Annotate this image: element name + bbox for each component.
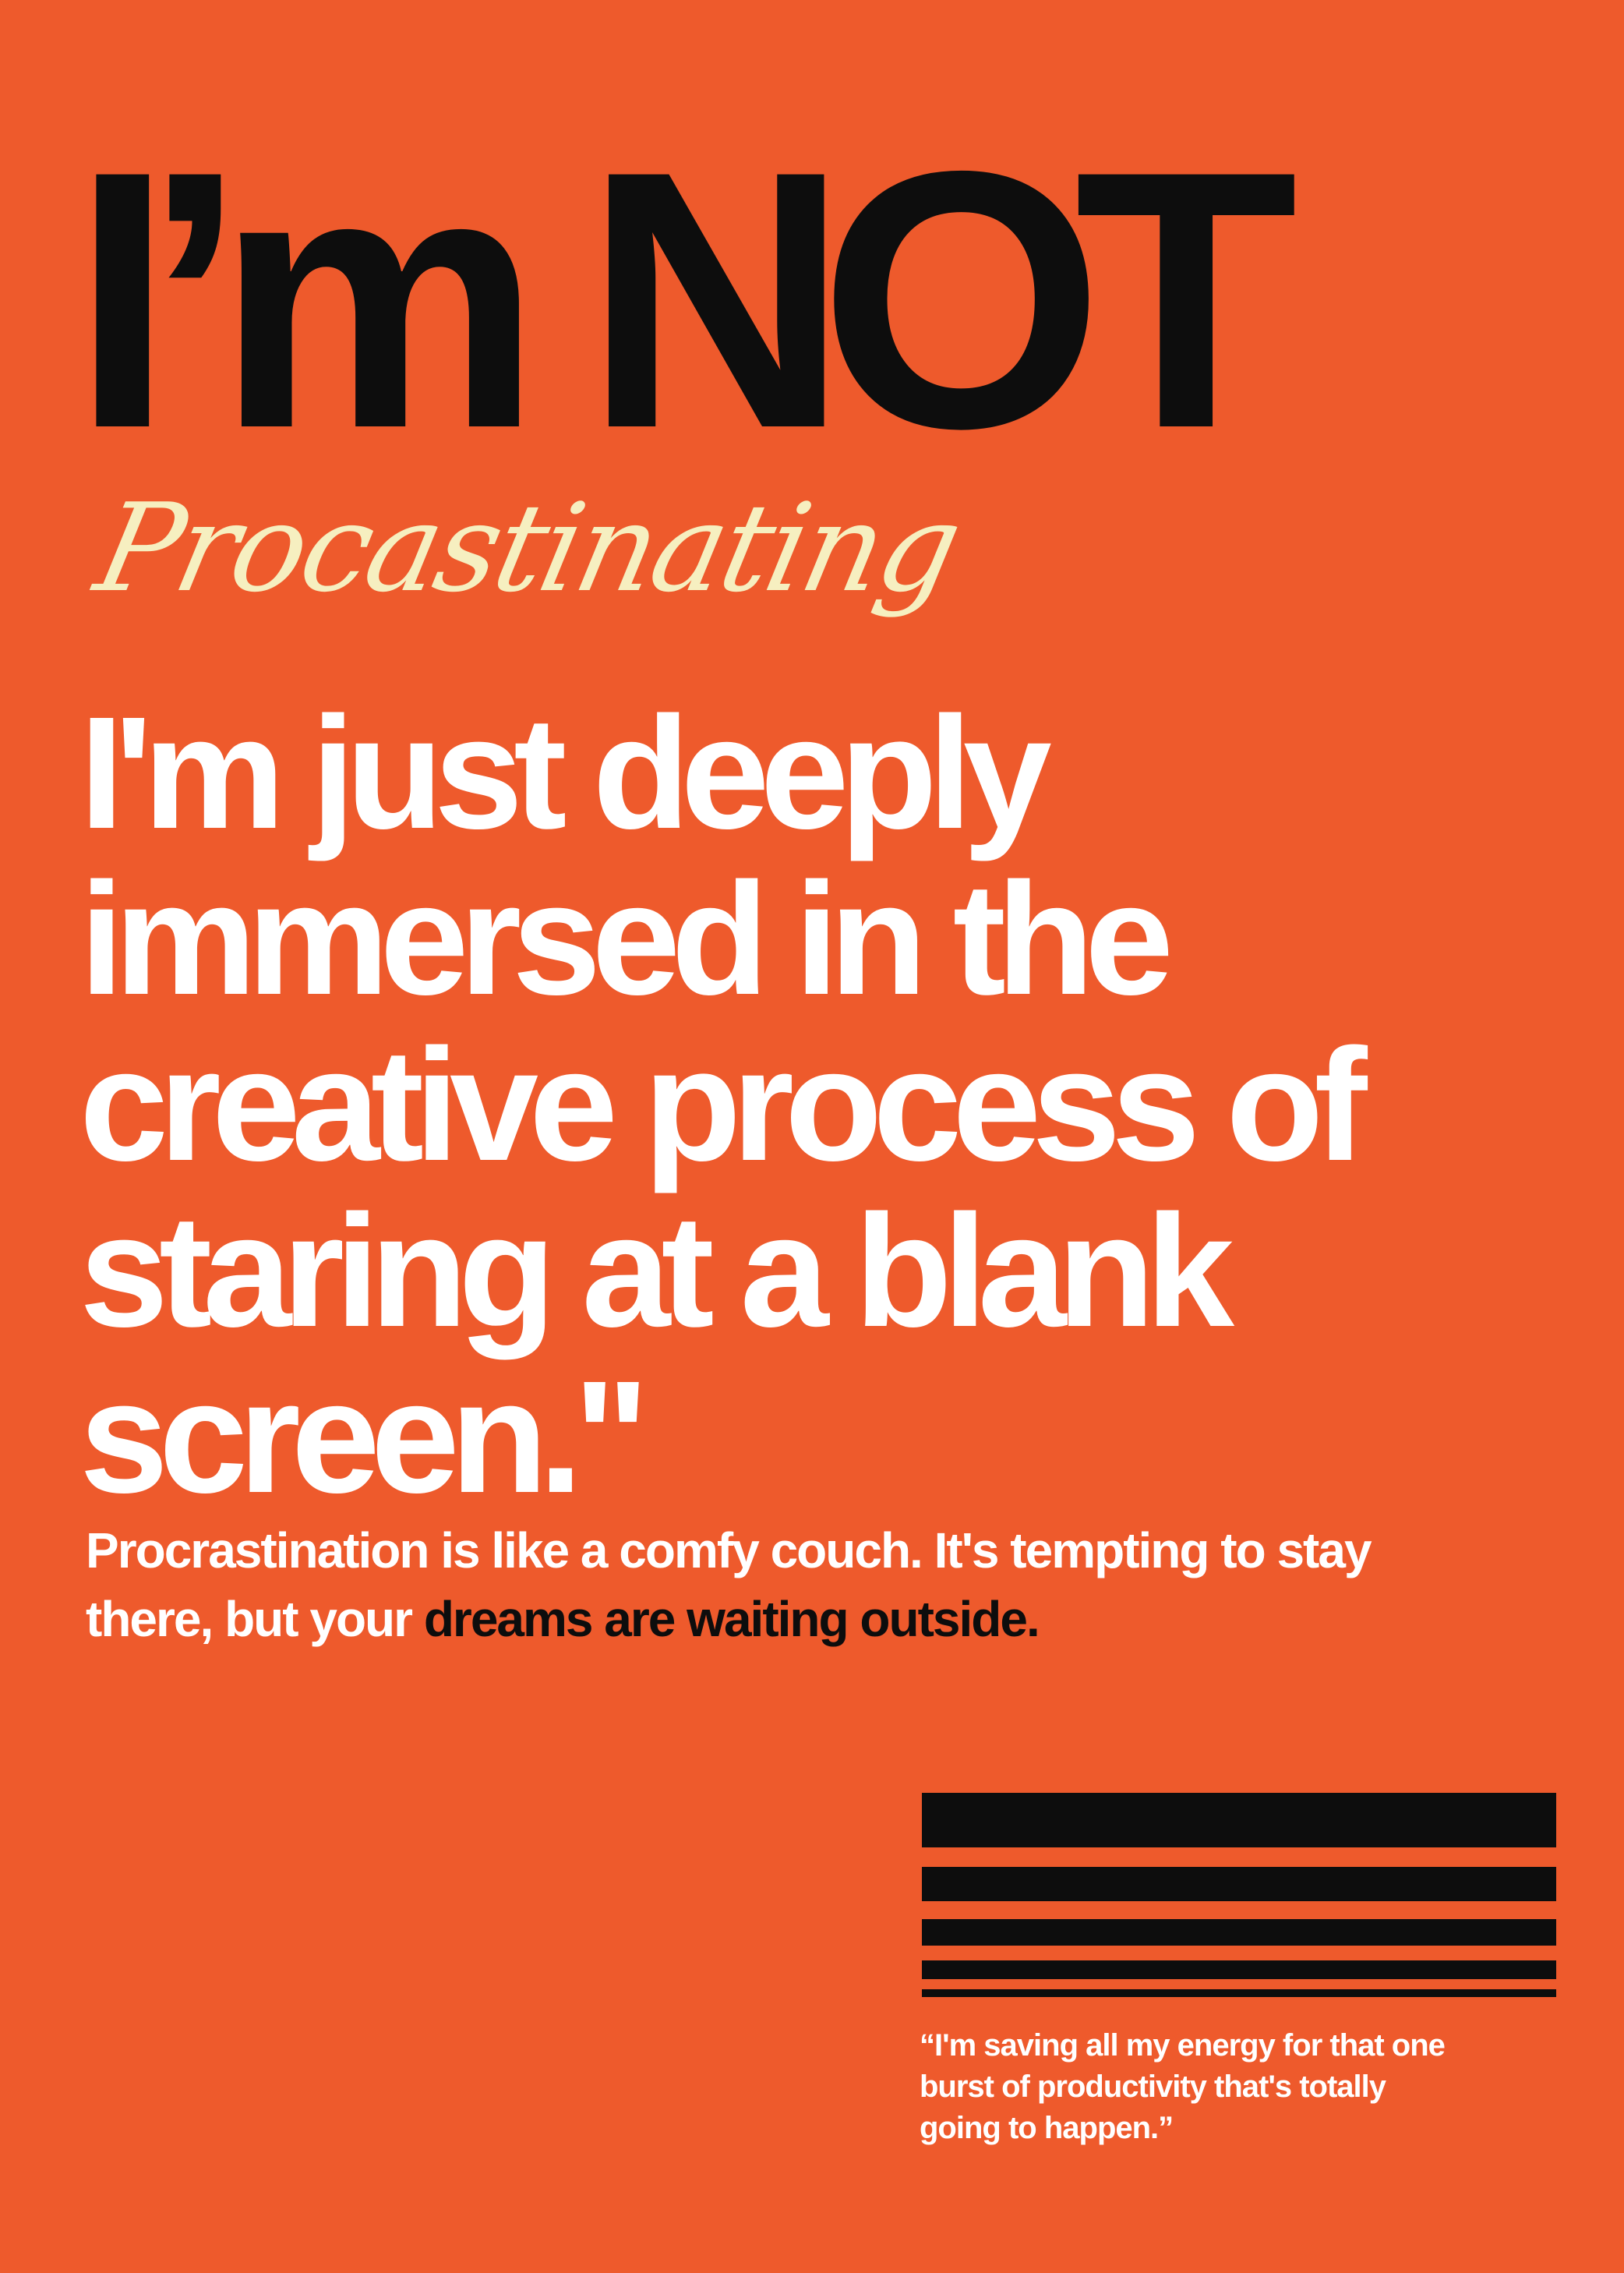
statement-line: creative process of — [79, 1016, 1368, 1194]
body-emphasis: dreams are waiting outside. — [423, 1591, 1040, 1647]
body-line-2: there, but your — [86, 1591, 424, 1647]
stripe — [922, 1919, 1556, 1946]
body-copy: Procrastination is like a comfy couch. I… — [86, 1516, 1566, 1653]
quote-line: going to happen.” — [920, 2111, 1174, 2145]
stripe — [922, 1793, 1556, 1847]
stripe — [922, 1960, 1556, 1979]
quote-line: burst of productivity that's totally — [920, 2070, 1386, 2104]
poster: I’m NOT Procastinating I'm just deeply i… — [0, 0, 1624, 2273]
statement-line: staring at a blank — [79, 1182, 1234, 1360]
decorative-stripes — [922, 1793, 1556, 1997]
script-subtitle: Procastinating — [85, 477, 970, 619]
statement-line: immersed in the — [79, 850, 1174, 1028]
stripe — [922, 1989, 1556, 1997]
stripe — [922, 1867, 1556, 1901]
quote-line: “I'm saving all my energy for that one — [920, 2028, 1446, 2063]
statement-line: screen." — [79, 1348, 649, 1526]
main-statement: I'm just deeply immersed in the creative… — [79, 690, 1545, 1520]
body-line-1: Procrastination is like a comfy couch. I… — [86, 1522, 1372, 1578]
pull-quote: “I'm saving all my energy for that one b… — [920, 2025, 1574, 2149]
headline: I’m NOT — [72, 95, 1298, 504]
statement-line: I'm just deeply — [79, 684, 1052, 862]
